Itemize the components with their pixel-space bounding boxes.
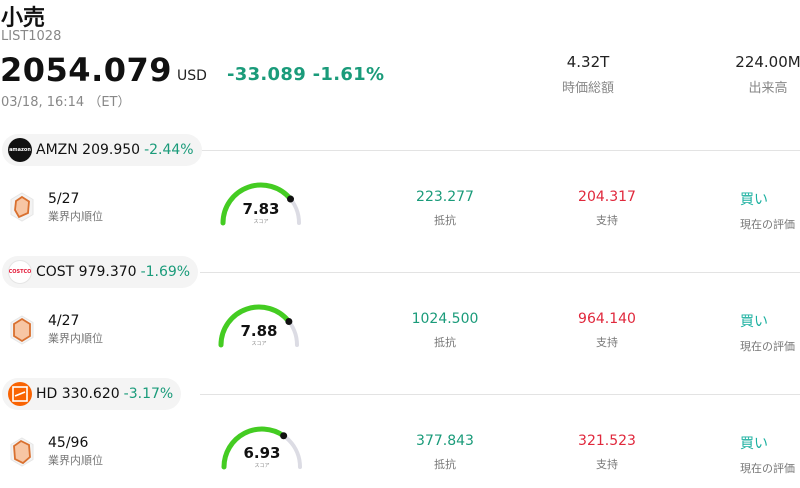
score-label: スコア bbox=[253, 219, 269, 225]
section-divider bbox=[200, 394, 800, 395]
stock-change: -1.69% bbox=[140, 264, 191, 280]
page-title: 小売 bbox=[1, 6, 46, 31]
index-change: -33.089 -1.61% bbox=[227, 64, 385, 85]
timestamp: 03/18, 16:14 （ET） bbox=[1, 95, 131, 110]
resistance-block: 1024.500 抵抗 bbox=[390, 311, 500, 350]
resistance-value: 377.843 bbox=[416, 433, 474, 449]
rank-hexagon-icon bbox=[10, 192, 34, 222]
support-label: 支持 bbox=[596, 458, 618, 471]
support-block: 964.140 支持 bbox=[552, 311, 662, 350]
rating-value: 買い bbox=[740, 436, 768, 452]
home-depot-glyph-icon bbox=[12, 386, 28, 402]
index-code: LIST1028 bbox=[1, 29, 62, 44]
stock-pill-cost[interactable]: COSTCO COST 979.370 -1.69% bbox=[2, 256, 199, 288]
gauge-marker bbox=[280, 432, 288, 440]
support-value: 321.523 bbox=[578, 433, 636, 449]
resistance-value: 1024.500 bbox=[411, 311, 479, 327]
support-block: 204.317 支持 bbox=[552, 189, 662, 228]
rating-block: 買い 現在の評価 bbox=[740, 189, 795, 232]
stock-change: -3.17% bbox=[123, 386, 174, 402]
rating-label: 現在の評価 bbox=[740, 462, 795, 475]
industry-rank-label: 業界内順位 bbox=[48, 210, 103, 223]
score-label: スコア bbox=[251, 341, 267, 347]
stock-pill-amzn[interactable]: amazon AMZN 209.950 -2.44% bbox=[2, 134, 202, 166]
rating-value: 買い bbox=[740, 314, 768, 330]
resistance-block: 223.277 抵抗 bbox=[390, 189, 500, 228]
resistance-label: 抵抗 bbox=[434, 214, 456, 227]
index-price: 2054.079 bbox=[0, 51, 173, 89]
volume-value: 224.00M bbox=[735, 53, 800, 71]
volume-label: 出来高 bbox=[748, 81, 788, 96]
rank-hexagon-icon bbox=[10, 437, 34, 467]
stock-symbol-price: HD 330.620 bbox=[36, 386, 120, 402]
stock-change: -2.44% bbox=[144, 142, 194, 158]
support-block: 321.523 支持 bbox=[552, 433, 662, 472]
industry-rank-label: 業界内順位 bbox=[48, 332, 103, 345]
resistance-value: 223.277 bbox=[416, 189, 474, 205]
currency-label: USD bbox=[177, 68, 207, 84]
support-label: 支持 bbox=[596, 336, 618, 349]
stock-pill-hd[interactable]: HD 330.620 -3.17% bbox=[2, 378, 182, 410]
score-label: スコア bbox=[254, 463, 270, 469]
rating-value: 買い bbox=[740, 192, 768, 208]
support-value: 204.317 bbox=[578, 189, 636, 205]
stock-symbol-price: COST 979.370 bbox=[36, 264, 137, 280]
resistance-label: 抵抗 bbox=[434, 458, 456, 471]
volume-metric: 224.00M 出来高 bbox=[718, 53, 800, 96]
costco-logo-icon: COSTCO bbox=[8, 260, 32, 284]
rating-block: 買い 現在の評価 bbox=[740, 311, 795, 354]
score-value: 7.83 bbox=[242, 200, 280, 218]
rank-hexagon-icon bbox=[10, 315, 34, 345]
rating-label: 現在の評価 bbox=[740, 218, 795, 231]
resistance-block: 377.843 抵抗 bbox=[390, 433, 500, 472]
resistance-label: 抵抗 bbox=[434, 336, 456, 349]
market-cap-value: 4.32T bbox=[566, 53, 610, 71]
support-label: 支持 bbox=[596, 214, 618, 227]
section-divider bbox=[200, 150, 800, 151]
industry-rank-label: 業界内順位 bbox=[48, 454, 103, 467]
rating-label: 現在の評価 bbox=[740, 340, 795, 353]
rating-block: 買い 現在の評価 bbox=[740, 433, 795, 476]
industry-rank-value: 4/27 bbox=[48, 313, 80, 329]
score-value: 7.88 bbox=[240, 322, 278, 340]
stock-symbol-price: AMZN 209.950 bbox=[36, 142, 141, 158]
score-value: 6.93 bbox=[243, 444, 281, 462]
amazon-logo-icon: amazon bbox=[8, 138, 32, 162]
market-cap-metric: 4.32T 時価総額 bbox=[540, 53, 636, 96]
industry-rank-value: 5/27 bbox=[48, 191, 80, 207]
industry-rank-value: 45/96 bbox=[48, 435, 89, 451]
support-value: 964.140 bbox=[578, 311, 636, 327]
section-divider bbox=[200, 272, 800, 273]
home-depot-logo-icon bbox=[8, 382, 32, 406]
market-cap-label: 時価総額 bbox=[561, 81, 614, 96]
